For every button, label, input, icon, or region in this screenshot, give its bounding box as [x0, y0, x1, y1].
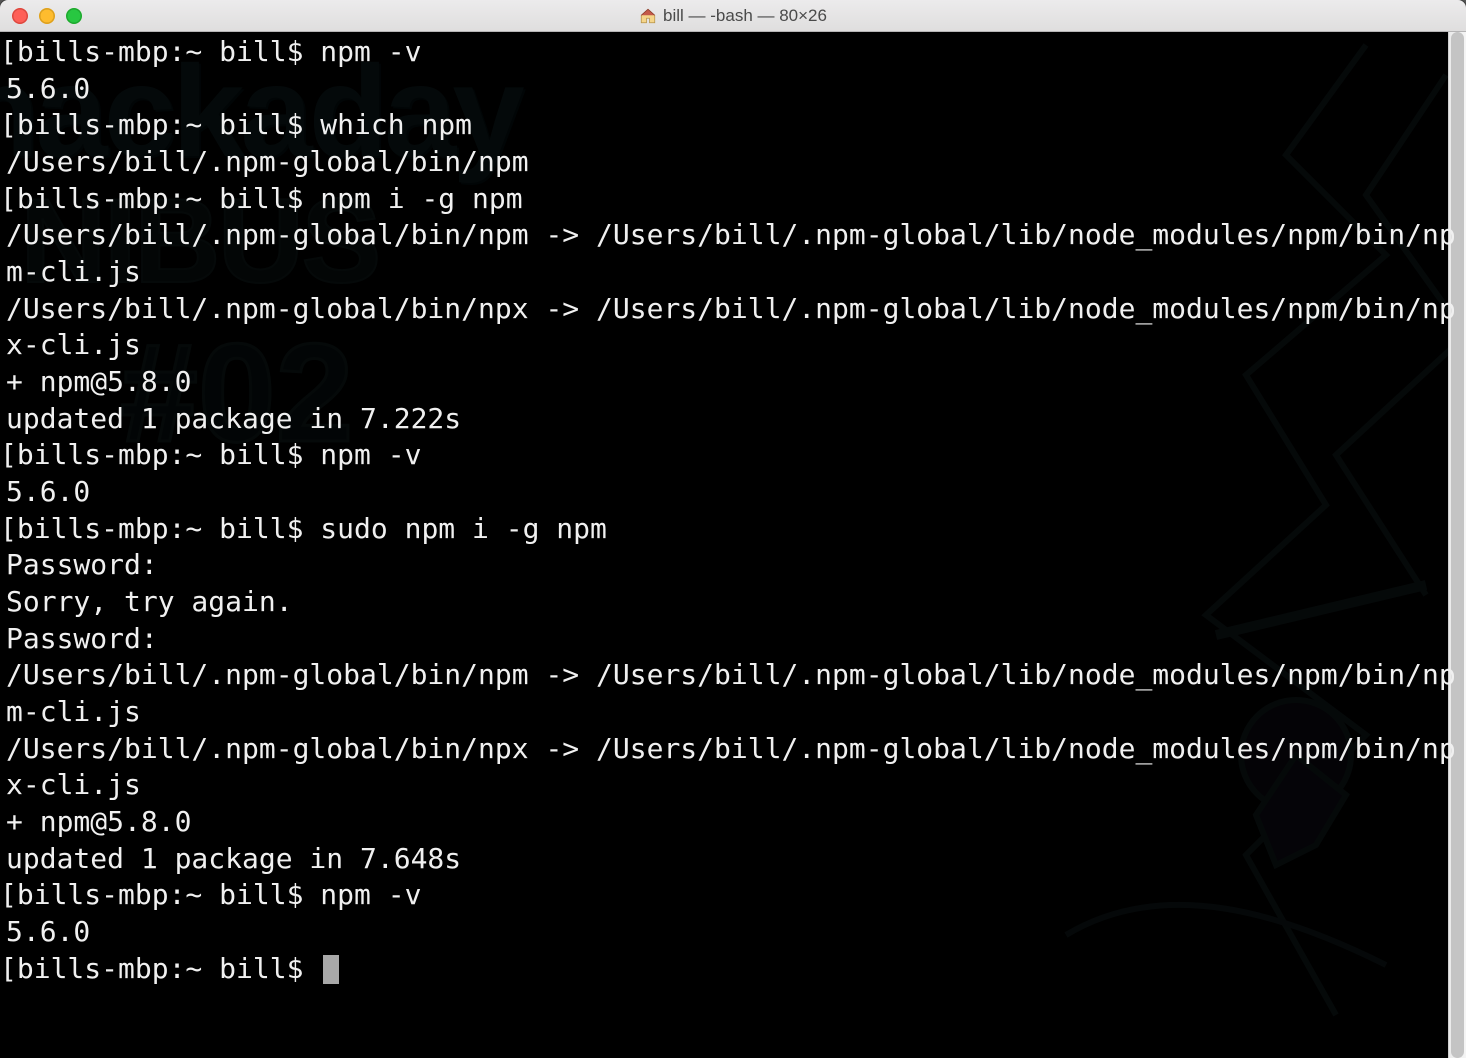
- prompt-line: bills-mbp:~ bill$ npm i -g npm: [6, 181, 1466, 218]
- output-line: 5.6.0: [6, 474, 1466, 511]
- prompt-text: bills-mbp:~ bill$ npm i -g npm: [17, 182, 523, 215]
- prompt-line: bills-mbp:~ bill$ npm -v: [6, 34, 1466, 71]
- prompt-text: bills-mbp:~ bill$ sudo npm i -g npm: [17, 512, 607, 545]
- output-line: /Users/bill/.npm-global/bin/npm -> /User…: [6, 217, 1466, 290]
- prompt-text: bills-mbp:~ bill$: [17, 952, 320, 985]
- output-line: Password:: [6, 547, 1466, 584]
- terminal-window: bill — -bash — 80×26 hackaday NIBUS #02 …: [0, 0, 1466, 1058]
- prompt-text: bills-mbp:~ bill$ npm -v: [17, 878, 422, 911]
- terminal-body[interactable]: hackaday NIBUS #02 bills-mbp:~ bill$ npm…: [0, 32, 1466, 1058]
- prompt-line: bills-mbp:~ bill$: [6, 951, 1466, 988]
- output-line: 5.6.0: [6, 71, 1466, 108]
- titlebar[interactable]: bill — -bash — 80×26: [0, 0, 1466, 32]
- output-line: Sorry, try again.: [6, 584, 1466, 621]
- prompt-text: bills-mbp:~ bill$ npm -v: [17, 35, 422, 68]
- prompt-line: bills-mbp:~ bill$ npm -v: [6, 437, 1466, 474]
- output-line: /Users/bill/.npm-global/bin/npm -> /User…: [6, 657, 1466, 730]
- prompt-line: bills-mbp:~ bill$ sudo npm i -g npm: [6, 511, 1466, 548]
- output-line: /Users/bill/.npm-global/bin/npx -> /User…: [6, 291, 1466, 364]
- prompt-text: bills-mbp:~ bill$ npm -v: [17, 438, 422, 471]
- output-line: /Users/bill/.npm-global/bin/npm: [6, 144, 1466, 181]
- output-line: 5.6.0: [6, 914, 1466, 951]
- minimize-button[interactable]: [39, 8, 55, 24]
- cursor: [323, 955, 339, 984]
- zoom-button[interactable]: [66, 8, 82, 24]
- output-line: updated 1 package in 7.222s: [6, 401, 1466, 438]
- output-line: updated 1 package in 7.648s: [6, 841, 1466, 878]
- terminal-output[interactable]: bills-mbp:~ bill$ npm -v5.6.0bills-mbp:~…: [6, 34, 1466, 987]
- close-button[interactable]: [12, 8, 28, 24]
- output-line: + npm@5.8.0: [6, 364, 1466, 401]
- prompt-line: bills-mbp:~ bill$ npm -v: [6, 877, 1466, 914]
- output-line: + npm@5.8.0: [6, 804, 1466, 841]
- traffic-lights: [12, 8, 82, 24]
- output-line: Password:: [6, 621, 1466, 658]
- window-title: bill — -bash — 80×26: [639, 6, 827, 26]
- home-icon: [639, 7, 657, 25]
- output-line: /Users/bill/.npm-global/bin/npx -> /User…: [6, 731, 1466, 804]
- prompt-text: bills-mbp:~ bill$ which npm: [17, 108, 472, 141]
- window-title-text: bill — -bash — 80×26: [663, 6, 827, 26]
- prompt-line: bills-mbp:~ bill$ which npm: [6, 107, 1466, 144]
